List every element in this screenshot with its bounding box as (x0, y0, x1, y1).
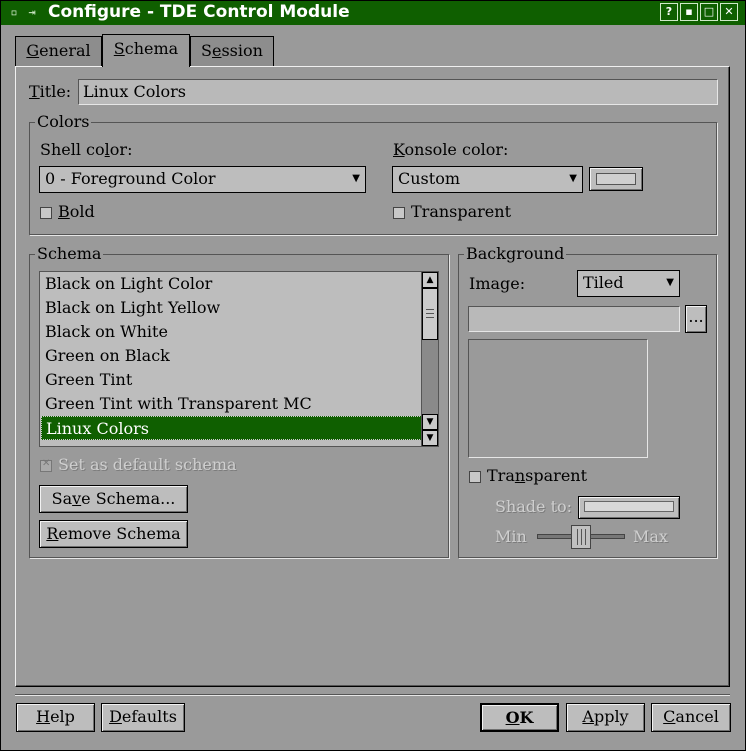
list-item[interactable]: Black on White (41, 320, 426, 344)
schema-legend: Schema (35, 244, 104, 263)
close-button[interactable]: ✕ (720, 3, 738, 21)
shell-color-label: Shell color: (40, 140, 133, 159)
remove-schema-button[interactable]: Remove Schema (39, 520, 188, 548)
shade-color-button[interactable] (578, 496, 680, 519)
background-transparent-checkbox[interactable] (469, 471, 481, 483)
scroll-down-icon[interactable]: ▼ (422, 414, 438, 430)
shade-color-swatch (584, 501, 674, 512)
pin-icon[interactable]: ▫ (6, 4, 22, 20)
background-transparent-label: Transparent (487, 466, 588, 485)
app-icon: ⇥ (28, 5, 36, 19)
maximize-button[interactable]: □ (700, 3, 718, 21)
tab-schema[interactable]: Schema (102, 34, 190, 67)
tab-general[interactable]: General (15, 36, 102, 66)
defaults-button[interactable]: Defaults (101, 703, 185, 732)
konsole-transparent-label: Transparent (411, 202, 512, 221)
konsole-color-combo[interactable]: Custom ▼ (392, 166, 583, 193)
chevron-down-icon: ▼ (666, 277, 674, 288)
help-button[interactable]: Help (16, 703, 95, 732)
bold-checkbox[interactable] (40, 207, 52, 219)
color-swatch (596, 173, 636, 185)
konsole-color-label: Konsole color: (393, 140, 509, 159)
image-path-input[interactable] (468, 306, 680, 332)
list-item[interactable]: Black on Light Color (41, 272, 426, 296)
konsole-transparent-checkbox[interactable] (393, 207, 405, 219)
tab-session[interactable]: Session (190, 36, 274, 66)
background-legend: Background (464, 244, 567, 263)
max-label: Max (633, 527, 668, 546)
scroll-thumb[interactable] (422, 288, 438, 340)
chevron-down-icon: ▼ (569, 173, 577, 184)
save-schema-button[interactable]: Save Schema... (39, 485, 188, 513)
shell-color-combo[interactable]: 0 - Foreground Color ▼ (39, 166, 366, 193)
cancel-button[interactable]: Cancel (651, 703, 731, 732)
image-preview (468, 339, 648, 458)
window-title: Configure - TDE Control Module (48, 2, 350, 22)
shade-to-label: Shade to: (495, 497, 573, 516)
checkmark-icon: ✕ (42, 458, 51, 469)
bold-label: Bold (58, 202, 95, 221)
ok-button[interactable]: OK (480, 703, 559, 732)
list-item[interactable]: Green on Black (41, 344, 426, 368)
default-schema-label: Set as default schema (58, 455, 237, 474)
colors-legend: Colors (35, 112, 92, 131)
shade-slider-handle[interactable] (571, 525, 591, 549)
list-item[interactable]: Black on Light Yellow (41, 296, 426, 320)
schema-list[interactable]: Black on Light Color Black on Light Yell… (39, 271, 439, 447)
scroll-down-icon[interactable]: ▼ (422, 430, 438, 446)
min-label: Min (495, 527, 527, 546)
footer-separator (15, 694, 730, 696)
schema-scrollbar[interactable]: ▲ ▼ ▼ (421, 272, 438, 446)
browse-button[interactable]: ... (685, 305, 707, 333)
title-input[interactable]: Linux Colors (78, 79, 718, 105)
image-label: Image: (469, 274, 526, 293)
list-item[interactable]: Green Tint (41, 368, 426, 392)
apply-button[interactable]: Apply (566, 703, 645, 732)
title-label: Title: (29, 82, 72, 101)
minimize-button[interactable]: ▪ (680, 3, 698, 21)
scroll-up-icon[interactable]: ▲ (422, 272, 438, 288)
chevron-down-icon: ▼ (352, 173, 360, 184)
help-title-button[interactable]: ? (660, 3, 678, 21)
list-item-selected[interactable]: Linux Colors (41, 416, 422, 440)
list-item[interactable]: Green Tint with Transparent MC (41, 392, 426, 416)
image-mode-combo[interactable]: Tiled ▼ (577, 270, 680, 297)
color-swatch-button[interactable] (589, 167, 643, 191)
default-schema-checkbox[interactable]: ✕ (40, 458, 52, 472)
